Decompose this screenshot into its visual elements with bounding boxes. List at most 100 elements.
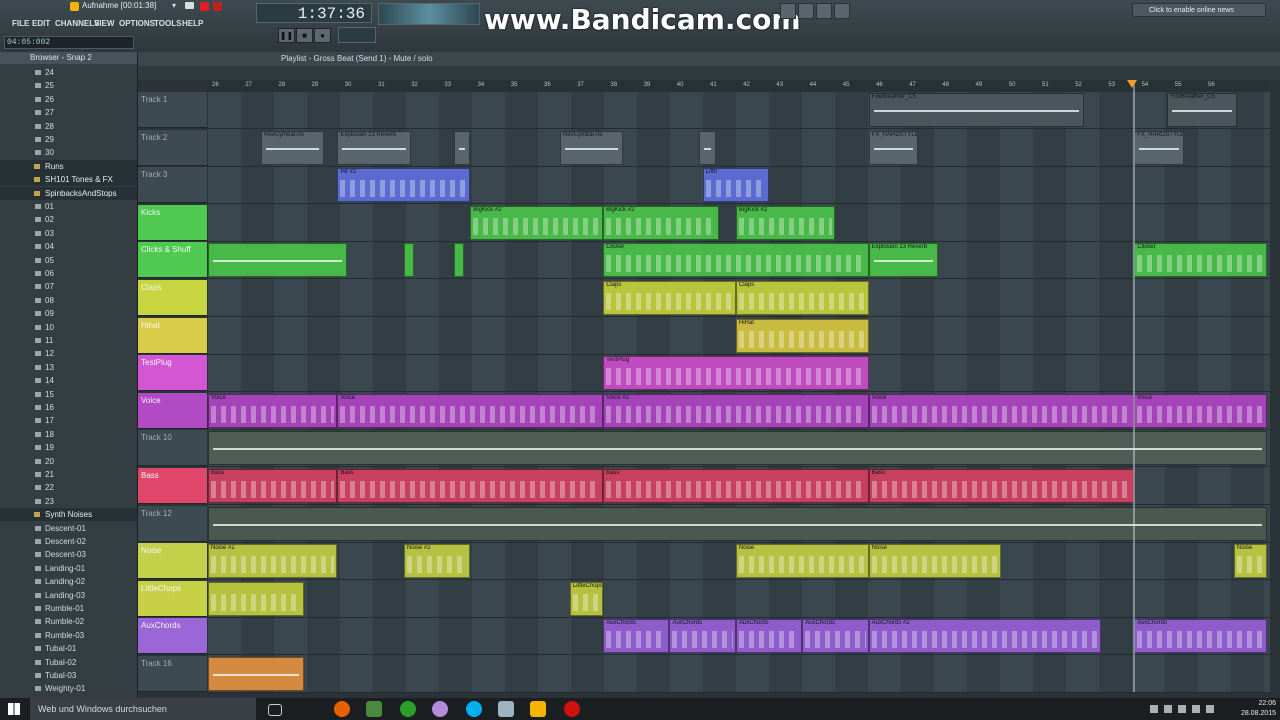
menu-item-tools[interactable]: TOOLS bbox=[152, 19, 183, 31]
browser-file[interactable]: Landing-01 bbox=[0, 562, 137, 575]
record-button[interactable]: ● bbox=[314, 28, 331, 43]
menu-item-help[interactable]: HELP bbox=[180, 19, 205, 31]
track-row[interactable]: Claps Claps bbox=[208, 280, 1270, 317]
browser-file[interactable]: 24 bbox=[0, 66, 137, 79]
track-row[interactable] bbox=[208, 430, 1270, 468]
menu-item-file[interactable]: FILE bbox=[10, 19, 31, 31]
pattern-clip[interactable]: Noise #2 bbox=[403, 544, 471, 579]
pattern-clip[interactable]: Voice bbox=[1134, 393, 1268, 428]
clover-app-icon[interactable] bbox=[400, 701, 416, 717]
track-row[interactable]: Voice Voice Voice #2 Voice Voice bbox=[208, 393, 1270, 430]
track-row[interactable]: BigKick #2 BigKick #2 BigKick #2 bbox=[208, 205, 1270, 242]
pattern-clip[interactable]: FireBreather_C5 bbox=[868, 93, 1085, 127]
pattern-clip[interactable]: FX_HARDSTYLE bbox=[1134, 130, 1185, 165]
track-header[interactable]: Track 2 bbox=[138, 129, 207, 166]
browser-file[interactable]: 14 bbox=[0, 374, 137, 387]
browser-file[interactable]: 18 bbox=[0, 428, 137, 441]
vertical-scrollbar[interactable] bbox=[1270, 80, 1280, 692]
browser-file[interactable]: 22 bbox=[0, 481, 137, 494]
pattern-clip[interactable] bbox=[208, 243, 348, 278]
track-header[interactable]: Track 12 bbox=[138, 505, 207, 542]
pattern-clip[interactable]: Hit #2 bbox=[337, 168, 471, 203]
browser-file[interactable]: 08 bbox=[0, 294, 137, 307]
windows-start-icon[interactable] bbox=[8, 703, 20, 715]
track-header[interactable]: AuxChords bbox=[138, 618, 207, 655]
pattern-clip[interactable]: TestPlug bbox=[603, 356, 869, 391]
purple-app-icon[interactable] bbox=[432, 701, 448, 717]
pattern-clip[interactable]: Voice bbox=[208, 393, 338, 428]
track-row[interactable]: FireBreather_C5 FireBreather_C5 bbox=[208, 92, 1270, 129]
playhead[interactable] bbox=[1133, 80, 1135, 692]
browser-file[interactable]: 25 bbox=[0, 79, 137, 92]
pattern-clip[interactable]: AuxChords #2 bbox=[868, 619, 1102, 654]
pattern-clip[interactable]: FX_HARDSTYLE bbox=[868, 130, 919, 165]
pattern-clip[interactable]: Explosion 13 Reverb bbox=[868, 243, 939, 278]
browser-file[interactable]: Landing-02 bbox=[0, 575, 137, 588]
pattern-clip[interactable] bbox=[208, 431, 1268, 466]
pattern-clip[interactable]: RevCymbal-05 bbox=[261, 130, 325, 165]
browser-file[interactable]: Weighty-01 bbox=[0, 682, 137, 695]
pattern-clip[interactable]: HiHat bbox=[735, 318, 869, 353]
pattern-clip[interactable] bbox=[208, 506, 1268, 541]
bandicam-icon[interactable] bbox=[564, 701, 580, 717]
menu-item-view[interactable]: VIEW bbox=[92, 19, 116, 31]
pattern-clip[interactable]: Noise #2 bbox=[208, 544, 338, 579]
browser-file[interactable]: 05 bbox=[0, 254, 137, 267]
track-header[interactable]: Track 1 bbox=[138, 92, 207, 128]
play-button[interactable]: ❚❚ bbox=[278, 28, 295, 43]
track-row[interactable]: RevCymbal-05 Explosion 13 Reverb RevCymbal… bbox=[208, 130, 1270, 167]
pattern-clip[interactable]: AuxChords bbox=[669, 619, 736, 654]
browser-file[interactable]: 26 bbox=[0, 93, 137, 106]
track-header[interactable]: Track 3 bbox=[138, 167, 207, 204]
track-header[interactable]: Noise bbox=[138, 543, 207, 580]
pattern-clip[interactable]: AuxChords bbox=[1134, 619, 1268, 654]
browser-file[interactable]: 17 bbox=[0, 414, 137, 427]
online-news-button[interactable]: Click to enable online news bbox=[1132, 3, 1266, 17]
tray-icons[interactable] bbox=[1150, 705, 1220, 713]
browser-file[interactable]: 28 bbox=[0, 120, 137, 133]
playhead-marker-icon[interactable] bbox=[1127, 80, 1137, 88]
pattern-clip[interactable]: Clicker bbox=[603, 243, 869, 278]
toolbar-button-1[interactable] bbox=[780, 3, 796, 19]
fl-studio-icon[interactable] bbox=[530, 701, 546, 717]
browser-file[interactable]: Tubal-03 bbox=[0, 669, 137, 682]
pattern-clip[interactable]: Noise bbox=[735, 544, 869, 579]
pattern-clip[interactable]: Noise bbox=[1233, 544, 1268, 579]
menu-item-edit[interactable]: EDIT bbox=[30, 19, 52, 31]
pattern-clip[interactable]: AuxChords bbox=[802, 619, 869, 654]
pattern-clip[interactable] bbox=[453, 243, 464, 278]
track-header[interactable]: Track 10 bbox=[138, 430, 207, 467]
track-row[interactable]: Noise #2 Noise #2 Noise Noise Noise bbox=[208, 543, 1270, 581]
browser-file[interactable]: 23 bbox=[0, 495, 137, 508]
chat-app-icon[interactable] bbox=[366, 701, 382, 717]
track-row[interactable] bbox=[208, 656, 1270, 693]
browser-file[interactable]: 30 bbox=[0, 146, 137, 159]
pattern-clip[interactable]: Bass bbox=[208, 469, 338, 503]
browser-file[interactable]: Rumble-01 bbox=[0, 602, 137, 615]
track-header[interactable]: Kicks bbox=[138, 204, 207, 241]
browser-file[interactable]: 29 bbox=[0, 133, 137, 146]
track-row[interactable]: TestPlug bbox=[208, 355, 1270, 393]
toolbar-button-3[interactable] bbox=[816, 3, 832, 19]
track-header[interactable]: Clicks & Shuff bbox=[138, 242, 207, 279]
explorer-icon[interactable] bbox=[498, 701, 514, 717]
track-row[interactable]: HiHat bbox=[208, 318, 1270, 355]
taskbar-search[interactable]: Web und Windows durchsuchen bbox=[30, 698, 256, 720]
pattern-clip[interactable]: BigKick #2 bbox=[603, 205, 720, 240]
browser-folder[interactable]: Synth Noises bbox=[0, 508, 137, 522]
browser-file[interactable]: 13 bbox=[0, 361, 137, 374]
pattern-clip[interactable]: Bass bbox=[337, 469, 604, 503]
browser-folder[interactable]: Runs bbox=[0, 159, 137, 173]
browser-file[interactable]: 02 bbox=[0, 213, 137, 226]
track-row[interactable]: LittleChops bbox=[208, 581, 1270, 618]
pattern-clip[interactable]: Bass bbox=[603, 469, 869, 503]
pattern-clip[interactable]: BigKick #2 bbox=[470, 205, 604, 240]
pattern-clip[interactable]: Voice bbox=[337, 393, 604, 428]
browser-folder[interactable]: SH101 Tones & FX bbox=[0, 173, 137, 187]
browser-file[interactable]: 16 bbox=[0, 401, 137, 414]
pattern-clip[interactable]: Voice bbox=[868, 393, 1135, 428]
browser-file[interactable]: 07 bbox=[0, 280, 137, 293]
pattern-clip[interactable] bbox=[453, 130, 471, 165]
browser-file[interactable]: Landing-03 bbox=[0, 589, 137, 602]
browser-file[interactable]: 06 bbox=[0, 267, 137, 280]
